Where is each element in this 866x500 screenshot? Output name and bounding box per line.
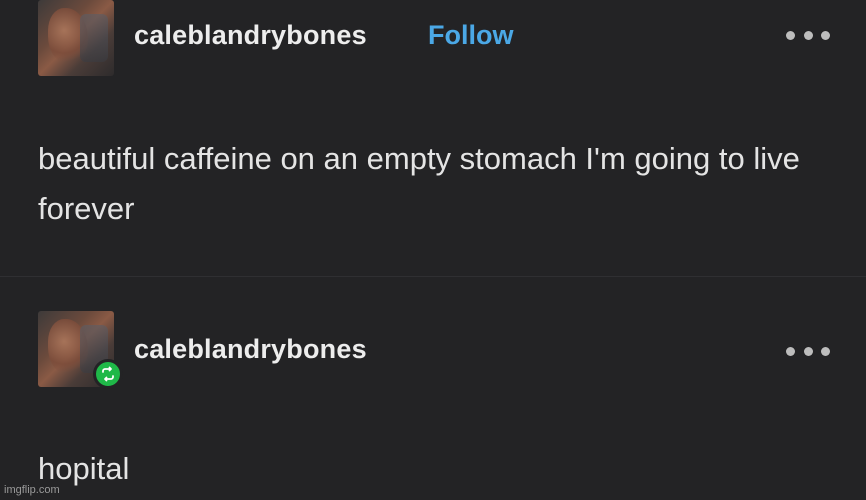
username[interactable]: caleblandrybones	[134, 334, 367, 365]
dot-icon	[786, 30, 795, 40]
watermark: imgflip.com	[4, 484, 60, 496]
dot-icon	[821, 346, 830, 356]
post-body: beautiful caffeine on an empty stomach I…	[38, 141, 800, 226]
dot-icon	[786, 346, 795, 356]
more-options-icon[interactable]	[786, 25, 830, 45]
dot-icon	[821, 30, 830, 40]
reblog-arrows-icon	[102, 366, 114, 382]
username[interactable]: caleblandrybones	[134, 20, 367, 51]
avatar[interactable]	[38, 0, 114, 76]
dot-icon	[803, 30, 813, 40]
post-reply	[0, 277, 866, 500]
follow-button[interactable]: Follow	[428, 20, 513, 51]
dot-icon	[803, 346, 813, 356]
reblog-icon	[93, 359, 123, 389]
more-options-icon[interactable]	[786, 341, 830, 361]
